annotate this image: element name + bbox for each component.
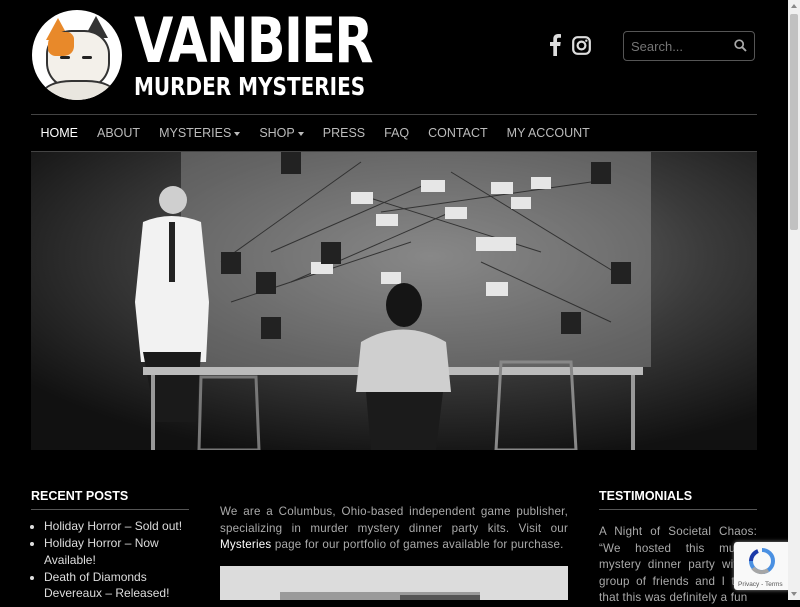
facebook-icon[interactable]: [548, 34, 562, 56]
scrollbar-thumb[interactable]: [790, 14, 798, 230]
mysteries-link[interactable]: Mysteries: [220, 538, 271, 551]
site-logo[interactable]: VANBIER MURDER MYSTERIES: [32, 10, 424, 100]
recent-post-link[interactable]: Holiday Horror – Now Available!: [44, 535, 189, 568]
scroll-down-arrow-icon[interactable]: [791, 592, 797, 596]
recaptcha-icon: [749, 548, 775, 575]
main-nav: HOME ABOUT MYSTERIES SHOP PRESS FAQ CONT…: [31, 114, 757, 152]
nav-about[interactable]: ABOUT: [88, 126, 150, 140]
brand-subtitle: MURDER MYSTERIES: [134, 72, 366, 101]
testimonials-title: TESTIMONIALS: [599, 489, 757, 510]
brand-title: VANBIER: [134, 4, 374, 77]
scroll-up-arrow-icon[interactable]: [791, 4, 797, 8]
recent-post-link[interactable]: Holiday Horror – Sold out!: [44, 518, 189, 535]
nav-press[interactable]: PRESS: [313, 126, 374, 140]
recent-post-link[interactable]: Death of Diamonds Devereaux – Released!: [44, 569, 189, 602]
intro-text: We are a Columbus, Ohio-based independen…: [220, 504, 568, 554]
nav-contact[interactable]: CONTACT: [419, 126, 498, 140]
nav-faq[interactable]: FAQ: [375, 126, 419, 140]
nav-shop[interactable]: SHOP: [250, 126, 313, 140]
recaptcha-links[interactable]: Privacy - Terms: [738, 581, 783, 588]
caret-down-icon: [234, 131, 241, 136]
intro-before: We are a Columbus, Ohio-based independen…: [220, 505, 568, 535]
recaptcha-badge[interactable]: Privacy - Terms: [734, 542, 790, 590]
cat-mascot-icon: [32, 10, 122, 100]
search-box: [623, 31, 755, 61]
nav-mysteries-label: MYSTERIES: [159, 126, 232, 140]
wordmark: VANBIER MURDER MYSTERIES: [134, 10, 424, 100]
nav-mysteries[interactable]: MYSTERIES: [150, 126, 250, 140]
page-scrollbar[interactable]: [788, 0, 800, 600]
social-links: [548, 34, 591, 56]
nav-my-account[interactable]: MY ACCOUNT: [497, 126, 599, 140]
search-icon[interactable]: [734, 39, 747, 57]
nav-shop-label: SHOP: [259, 126, 295, 140]
intro-after: page for our portfolio of games availabl…: [271, 538, 564, 551]
search-input[interactable]: [624, 38, 731, 54]
main-content-image: [220, 566, 568, 600]
hero-image: [31, 152, 757, 450]
nav-home[interactable]: HOME: [31, 126, 88, 140]
caret-down-icon: [297, 131, 304, 136]
recent-posts-title: RECENT POSTS: [31, 489, 189, 510]
recent-posts-list: Holiday Horror – Sold out! Holiday Horro…: [31, 518, 189, 602]
instagram-icon[interactable]: [572, 35, 591, 55]
recent-posts-widget: RECENT POSTS Holiday Horror – Sold out! …: [31, 489, 189, 602]
